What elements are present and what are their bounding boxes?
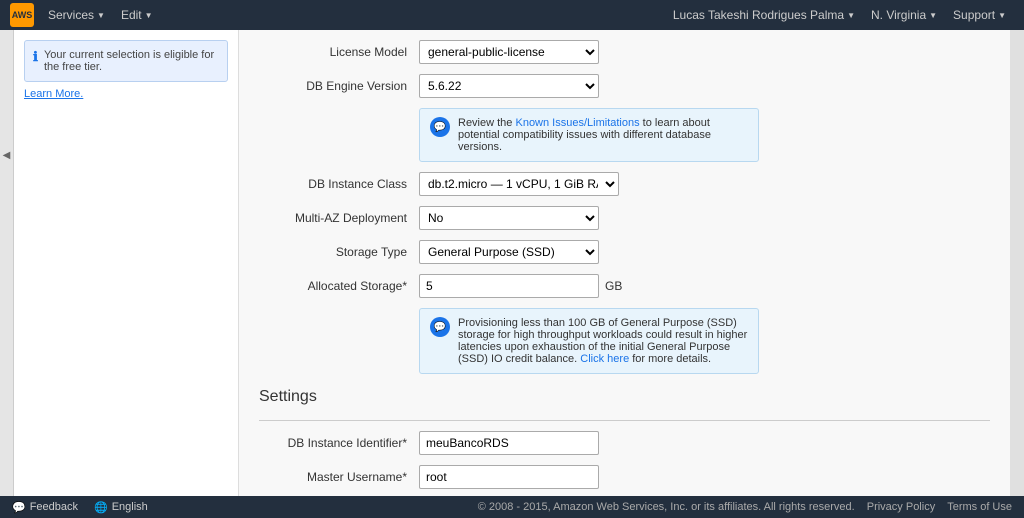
db-instance-id-control [419, 431, 619, 455]
footer-bar: 💬 Feedback 🌐 English © 2008 - 2015, Amaz… [0, 496, 1024, 518]
db-instance-id-input[interactable] [419, 431, 599, 455]
region-caret-icon: ▼ [929, 11, 937, 20]
toggle-arrow-icon: ◀ [3, 150, 11, 161]
user-caret-icon: ▼ [847, 11, 855, 20]
sidebar: ℹ Your current selection is eligible for… [14, 30, 239, 496]
license-model-row: License Model general-public-license [259, 40, 990, 64]
aws-logo: AWS [10, 3, 34, 27]
nav-services[interactable]: Services ▼ [40, 8, 113, 22]
nav-support[interactable]: Support ▼ [945, 8, 1014, 22]
license-model-control: general-public-license [419, 40, 619, 64]
feedback-button[interactable]: 💬 Feedback [12, 501, 78, 514]
known-issues-box: 💬 Review the Known Issues/Limitations to… [419, 108, 759, 162]
top-navigation: AWS Services ▼ Edit ▼ Lucas Takeshi Rodr… [0, 0, 1024, 30]
services-caret-icon: ▼ [97, 11, 105, 20]
sidebar-toggle[interactable]: ◀ [0, 30, 14, 496]
allocated-storage-row: Allocated Storage* GB [259, 274, 990, 298]
license-model-label: License Model [259, 45, 419, 59]
known-issues-text: Review the Known Issues/Limitations to l… [458, 117, 748, 153]
learn-more-link[interactable]: Learn More. [24, 88, 228, 100]
storage-type-label: Storage Type [259, 245, 419, 259]
nav-edit[interactable]: Edit ▼ [113, 8, 161, 22]
multi-az-select[interactable]: No [419, 206, 599, 230]
storage-type-select[interactable]: General Purpose (SSD) [419, 240, 599, 264]
master-username-control [419, 465, 619, 489]
db-engine-version-select[interactable]: 5.6.22 [419, 74, 599, 98]
license-model-select[interactable]: general-public-license [419, 40, 599, 64]
db-instance-class-row: DB Instance Class db.t2.micro — 1 vCPU, … [259, 172, 990, 196]
provisioning-notice-box: 💬 Provisioning less than 100 GB of Gener… [419, 308, 759, 374]
db-engine-version-control: 5.6.22 [419, 74, 619, 98]
storage-type-row: Storage Type General Purpose (SSD) [259, 240, 990, 264]
free-tier-notice: ℹ Your current selection is eligible for… [24, 40, 228, 82]
provisioning-notice-text: Provisioning less than 100 GB of General… [458, 317, 748, 365]
nav-region[interactable]: N. Virginia ▼ [863, 8, 945, 22]
db-engine-version-label: DB Engine Version [259, 79, 419, 93]
storage-unit-label: GB [605, 279, 622, 293]
provisioning-bubble-icon: 💬 [430, 317, 450, 337]
settings-divider [259, 420, 990, 421]
master-username-input[interactable] [419, 465, 599, 489]
known-issues-link[interactable]: Known Issues/Limitations [515, 117, 639, 129]
allocated-storage-input[interactable] [419, 274, 599, 298]
right-scrollbar[interactable] [1010, 30, 1024, 496]
master-username-row: Master Username* [259, 465, 990, 489]
allocated-storage-control: GB [419, 274, 622, 298]
chat-bubble-icon: 💬 [430, 117, 450, 137]
globe-icon: 🌐 [94, 501, 108, 514]
feedback-icon: 💬 [12, 501, 26, 514]
info-icon: ℹ [33, 49, 38, 73]
support-caret-icon: ▼ [998, 11, 1006, 20]
db-instance-id-label: DB Instance Identifier* [259, 436, 419, 450]
multi-az-row: Multi-AZ Deployment No [259, 206, 990, 230]
db-instance-class-label: DB Instance Class [259, 177, 419, 191]
allocated-storage-label: Allocated Storage* [259, 279, 419, 293]
db-engine-version-row: DB Engine Version 5.6.22 [259, 74, 990, 98]
multi-az-control: No [419, 206, 619, 230]
privacy-policy-link[interactable]: Privacy Policy [867, 501, 935, 513]
nav-username[interactable]: Lucas Takeshi Rodrigues Palma ▼ [665, 8, 863, 22]
edit-caret-icon: ▼ [145, 11, 153, 20]
storage-type-control: General Purpose (SSD) [419, 240, 619, 264]
main-content: License Model general-public-license DB … [239, 30, 1010, 496]
click-here-link[interactable]: Click here [580, 353, 629, 365]
db-instance-class-control: db.t2.micro — 1 vCPU, 1 GiB RAM [419, 172, 619, 196]
copyright-text: © 2008 - 2015, Amazon Web Services, Inc.… [478, 501, 855, 513]
db-instance-id-row: DB Instance Identifier* [259, 431, 990, 455]
db-instance-class-select[interactable]: db.t2.micro — 1 vCPU, 1 GiB RAM [419, 172, 619, 196]
terms-of-use-link[interactable]: Terms of Use [947, 501, 1012, 513]
language-selector[interactable]: 🌐 English [94, 501, 148, 514]
master-username-label: Master Username* [259, 470, 419, 484]
multi-az-label: Multi-AZ Deployment [259, 211, 419, 225]
settings-header: Settings [259, 388, 990, 410]
